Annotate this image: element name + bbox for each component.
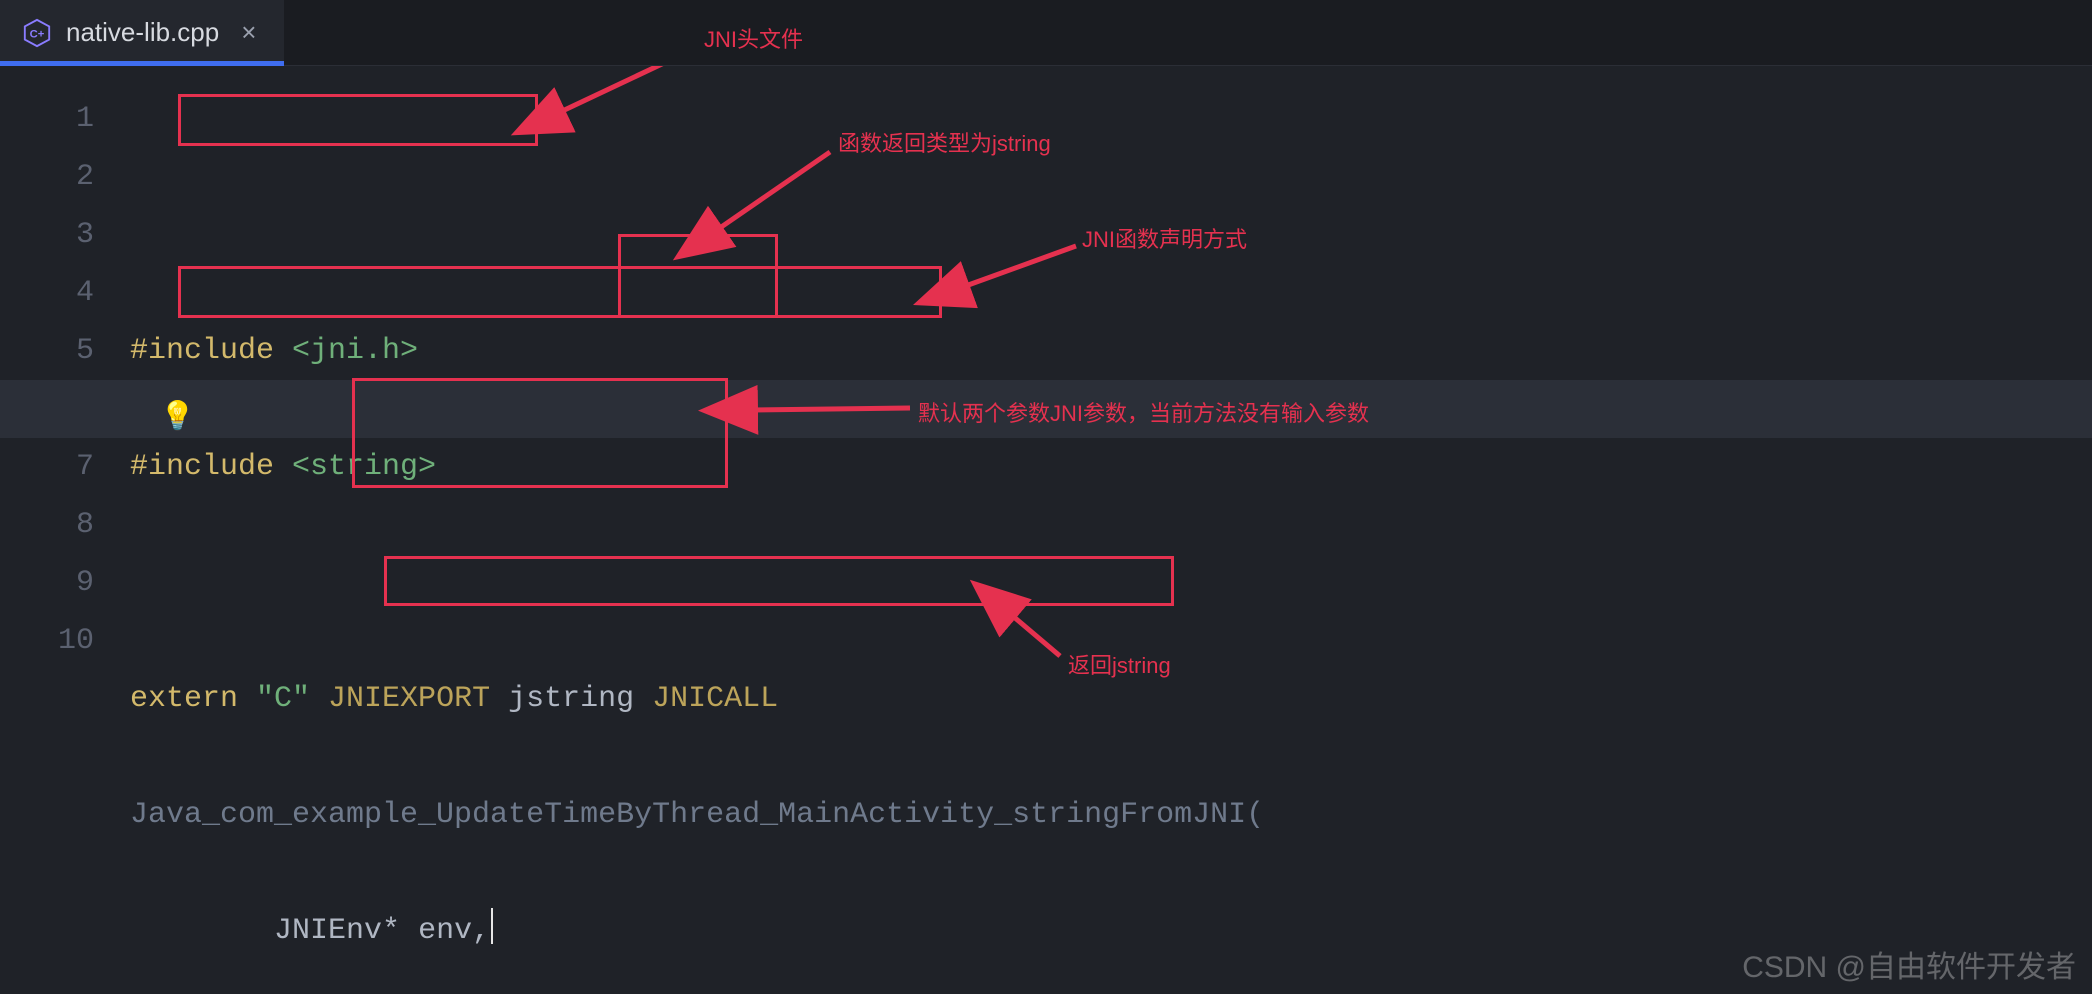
- annotation-label-params: 默认两个参数JNI参数，当前方法没有输入参数: [918, 396, 1369, 428]
- token-c-literal: "C": [256, 682, 328, 716]
- tab-bar: C+ native-lib.cpp ×: [0, 0, 2092, 66]
- line-number: 7: [0, 438, 130, 496]
- token-extern: extern: [130, 682, 256, 716]
- token-header: <jni.h>: [292, 334, 418, 368]
- code-line: #include <jni.h>: [130, 322, 2092, 380]
- watermark: CSDN @自由软件开发者: [1742, 942, 2076, 986]
- token-include: #include: [130, 450, 292, 484]
- close-icon[interactable]: ×: [241, 17, 256, 48]
- token-param-type: JNIEnv*: [274, 914, 418, 948]
- code-area[interactable]: 💡 #include <jni.h> #include <string> ext…: [130, 66, 2092, 994]
- indent: [130, 914, 274, 948]
- annotation-label-return-type: 函数返回类型为jstring: [838, 126, 1051, 158]
- token-return-type: jstring: [508, 682, 652, 716]
- line-number: 1: [0, 90, 130, 148]
- code-line: [130, 554, 2092, 612]
- text-cursor: [491, 908, 493, 944]
- line-number: 3: [0, 206, 130, 264]
- code-line: Java_com_example_UpdateTimeByThread_Main…: [130, 786, 2092, 844]
- line-number: 8: [0, 496, 130, 554]
- line-number: 5: [0, 322, 130, 380]
- token-function-name: Java_com_example_UpdateTimeByThread_Main…: [130, 798, 1264, 832]
- token-jniexport: JNIEXPORT: [328, 682, 508, 716]
- line-number: 2: [0, 148, 130, 206]
- line-number: 4: [0, 264, 130, 322]
- cpp-file-icon: C+: [22, 18, 52, 48]
- file-tab-label: native-lib.cpp: [66, 17, 219, 48]
- lightbulb-icon[interactable]: 💡: [160, 390, 195, 448]
- annotation-label-jni-header: JNI头文件: [704, 22, 803, 54]
- annotation-label-return-expr: 返回jstring: [1068, 648, 1171, 680]
- svg-text:C+: C+: [30, 28, 45, 40]
- code-line: #include <string>: [130, 438, 2092, 496]
- annotation-label-jni-decl: JNI函数声明方式: [1082, 222, 1247, 254]
- token-include: #include: [130, 334, 292, 368]
- line-number-gutter: 1 2 3 4 5 6 7 8 9 10: [0, 66, 130, 994]
- token-header: <string>: [292, 450, 436, 484]
- file-tab-native-lib[interactable]: C+ native-lib.cpp ×: [0, 0, 284, 65]
- line-number: 10: [0, 612, 130, 670]
- token-param-name: env,: [418, 914, 490, 948]
- line-number: 9: [0, 554, 130, 612]
- code-editor[interactable]: 1 2 3 4 5 6 7 8 9 10 💡 #include <jni.h> …: [0, 66, 2092, 994]
- token-jnicall: JNICALL: [652, 682, 778, 716]
